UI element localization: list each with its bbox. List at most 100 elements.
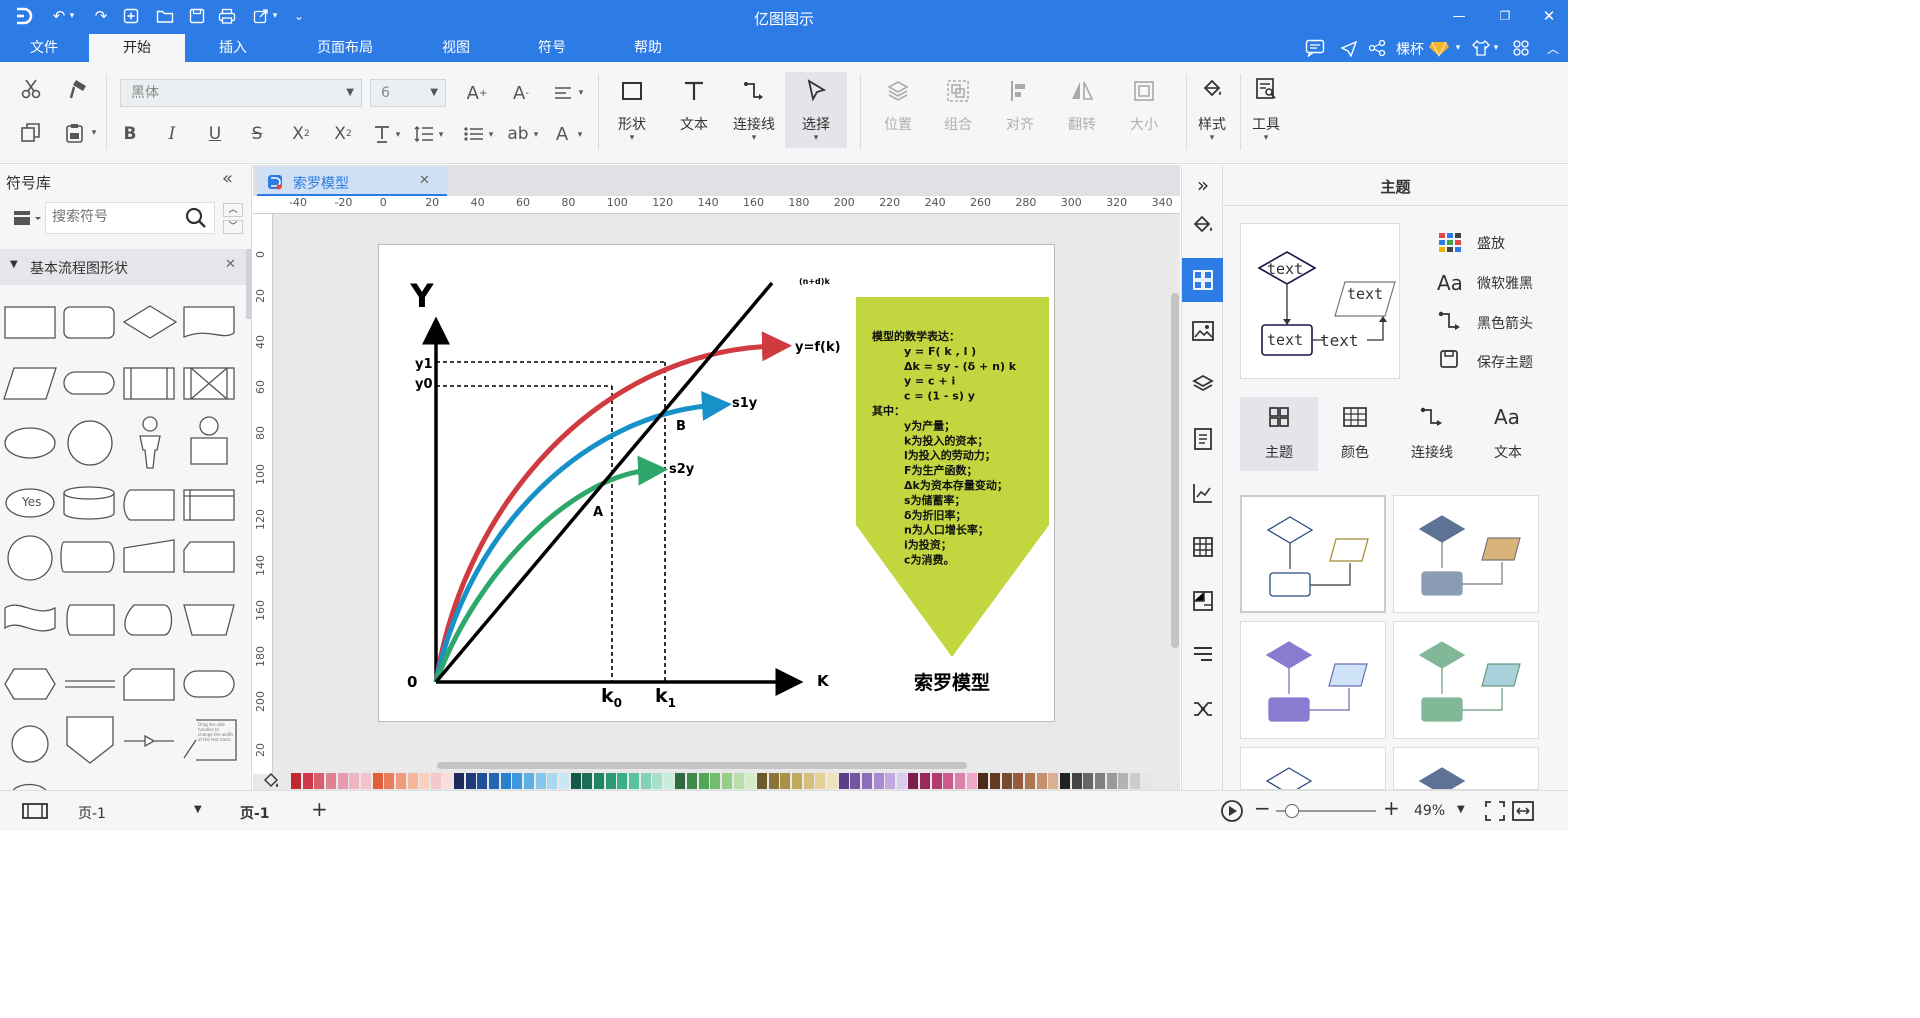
shape-predefined-process-x[interactable]: [183, 367, 235, 400]
color-swatch[interactable]: [757, 773, 767, 789]
color-swatch[interactable]: [1118, 773, 1129, 789]
color-swatch[interactable]: [791, 773, 802, 789]
color-swatch[interactable]: [1083, 773, 1094, 789]
send-icon[interactable]: [1338, 37, 1360, 59]
color-swatch[interactable]: [582, 773, 593, 789]
color-swatch[interactable]: [1106, 773, 1117, 789]
shape-terminator[interactable]: [63, 371, 115, 395]
fill-bucket-icon[interactable]: [1187, 209, 1219, 241]
symbol-search-input[interactable]: [52, 209, 172, 225]
pointer-icon[interactable]: [802, 76, 830, 106]
shape-display[interactable]: [124, 604, 173, 636]
tools-icon[interactable]: [1252, 74, 1280, 104]
font-color-dropdown-icon[interactable]: ▾: [575, 126, 585, 144]
text-aa-icon[interactable]: Aa: [1494, 405, 1520, 429]
color-swatch[interactable]: [990, 773, 1000, 789]
share-icon[interactable]: [1366, 37, 1388, 59]
active-page-tab[interactable]: 页-1: [240, 803, 270, 823]
text-tool-icon[interactable]: [680, 76, 708, 106]
color-swatch[interactable]: [1013, 773, 1024, 789]
comment-icon[interactable]: [1304, 37, 1326, 59]
color-swatch[interactable]: [908, 773, 919, 789]
shape-direct-data[interactable]: [60, 541, 115, 573]
shape-rounded-rect[interactable]: [63, 306, 115, 339]
color-swatch[interactable]: [465, 773, 476, 789]
select-dropdown-icon[interactable]: ▾: [810, 132, 822, 144]
color-swatch[interactable]: [966, 773, 977, 789]
restore-button[interactable]: ❐: [1494, 5, 1516, 27]
color-swatch[interactable]: [489, 773, 500, 789]
page-dropdown-icon[interactable]: ▼: [194, 804, 202, 815]
shape-parallel-lines[interactable]: [65, 680, 115, 688]
select-tool-label[interactable]: 选择: [792, 114, 840, 134]
color-swatch[interactable]: [454, 773, 465, 789]
subtab-connector-icon[interactable]: [1419, 405, 1445, 433]
shape-predefined-process[interactable]: [123, 367, 175, 400]
apps-grid-icon[interactable]: [1510, 37, 1532, 59]
text-style-dropdown-icon[interactable]: ▾: [393, 126, 403, 144]
decrease-font-icon[interactable]: A-: [508, 80, 534, 106]
color-swatch[interactable]: [896, 773, 907, 789]
color-swatch[interactable]: [640, 773, 651, 789]
align-label[interactable]: 对齐: [996, 114, 1044, 134]
theme-preview[interactable]: text text text text: [1240, 223, 1400, 379]
tab-home[interactable]: 开始: [89, 34, 185, 62]
theme-card[interactable]: [1240, 495, 1386, 613]
shape-decision[interactable]: [122, 305, 178, 339]
color-swatch[interactable]: [1001, 773, 1012, 789]
table-panel-icon[interactable]: [1187, 531, 1219, 563]
color-swatch[interactable]: [570, 773, 581, 789]
color-swatch[interactable]: [850, 773, 861, 789]
zoom-slider-handle[interactable]: [1285, 804, 1299, 818]
user-name[interactable]: 棵杯: [1396, 39, 1424, 59]
flip-icon[interactable]: [1068, 76, 1096, 106]
canvas-page[interactable]: Y K 0 (n+d)k y=f(k) s1y s2y A B y1 y0 k0…: [378, 244, 1055, 722]
shape-actor[interactable]: [139, 416, 161, 469]
page-view-icon[interactable]: [22, 802, 48, 824]
scroll-down-button[interactable]: ﹀: [223, 220, 243, 234]
color-swatch[interactable]: [1141, 773, 1152, 789]
color-swatch[interactable]: [1024, 773, 1035, 789]
shape-process[interactable]: [4, 306, 56, 339]
text-tool-label[interactable]: 文本: [670, 114, 718, 134]
shape-data[interactable]: [3, 367, 57, 400]
shape-off-page-connector[interactable]: [66, 716, 114, 764]
shape-rounded-pill[interactable]: [183, 670, 235, 698]
connector-dropdown-icon[interactable]: ▾: [748, 132, 760, 144]
paint-bucket-icon[interactable]: [1198, 74, 1226, 104]
shape-punched-tape[interactable]: [4, 604, 56, 632]
color-swatch[interactable]: [687, 773, 698, 789]
shape-tool-icon[interactable]: [618, 76, 646, 106]
shape-small-circle[interactable]: [11, 725, 49, 763]
option-bloom[interactable]: 盛放: [1477, 233, 1505, 253]
superscript-icon[interactable]: X2: [288, 122, 314, 146]
shape-ellipse[interactable]: [4, 427, 56, 459]
skin-dropdown-icon[interactable]: ▾: [1490, 37, 1502, 59]
color-swatch[interactable]: [384, 773, 395, 789]
color-grid-icon[interactable]: [1342, 405, 1368, 433]
color-swatch[interactable]: [826, 773, 837, 789]
subscript-icon[interactable]: X2: [330, 122, 356, 146]
font-color-icon[interactable]: A: [550, 122, 574, 146]
horizontal-scrollbar[interactable]: [437, 762, 967, 769]
size-icon[interactable]: [1130, 76, 1158, 106]
color-swatch[interactable]: [698, 773, 709, 789]
color-swatch[interactable]: [978, 773, 989, 789]
color-swatch[interactable]: [1059, 773, 1070, 789]
align-dropdown-icon[interactable]: ▾: [575, 84, 587, 102]
color-swatch[interactable]: [617, 773, 628, 789]
library-scrollbar[interactable]: [246, 249, 252, 319]
tools-dropdown-icon[interactable]: ▾: [1260, 132, 1272, 144]
close-tab-icon[interactable]: ✕: [419, 173, 430, 188]
copy-icon[interactable]: [18, 120, 44, 146]
line-spacing-dropdown-icon[interactable]: ▾: [436, 126, 446, 144]
tab-file[interactable]: 文件: [16, 34, 72, 62]
color-swatch[interactable]: [1129, 773, 1140, 789]
theme-card[interactable]: [1240, 621, 1386, 739]
shape-circle[interactable]: [67, 420, 113, 466]
shape-manual-input[interactable]: [123, 539, 175, 573]
color-swatch[interactable]: [430, 773, 441, 789]
shape-off-page[interactable]: [123, 668, 175, 701]
expand-panel-icon[interactable]: »: [1187, 169, 1219, 201]
line-spacing-icon[interactable]: [412, 122, 436, 146]
